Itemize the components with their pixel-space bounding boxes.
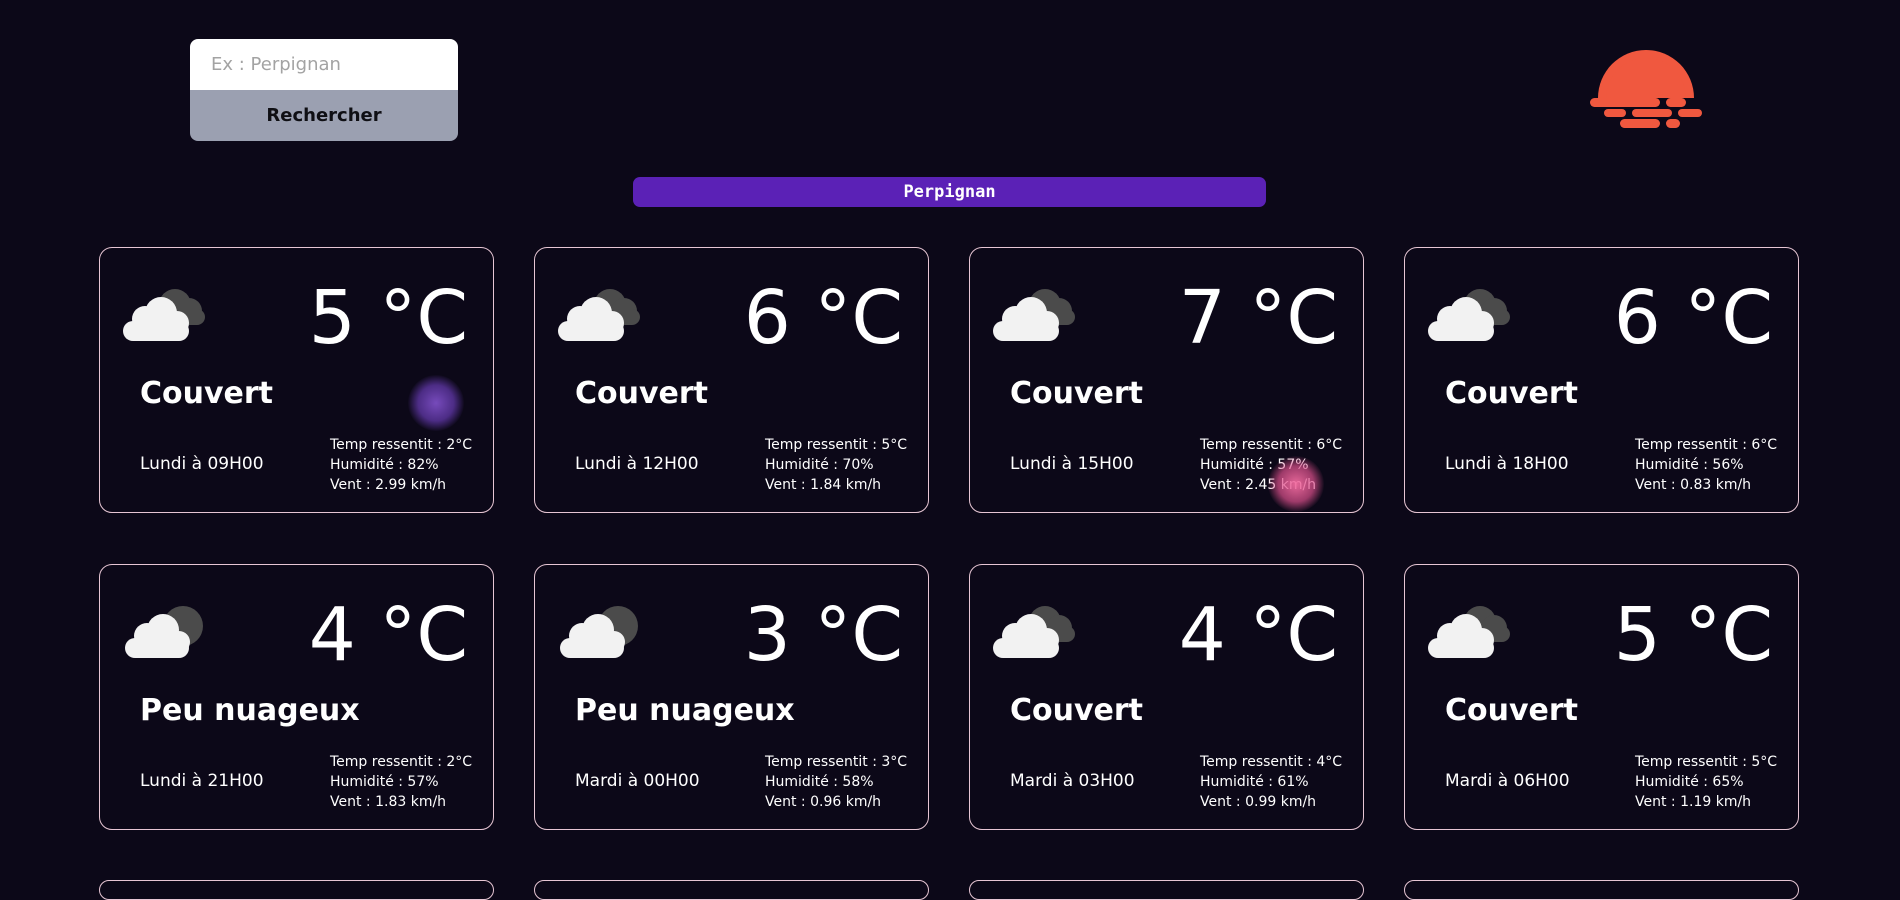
weather-description: Peu nuageux — [140, 693, 360, 728]
wind: Vent : 1.83 km/h — [330, 794, 447, 810]
weather-details: Temp ressentit : 3°C Humidité : 58% Vent… — [765, 752, 907, 812]
wind: Vent : 0.99 km/h — [1200, 794, 1317, 810]
forecast-time: Lundi à 09H00 — [140, 454, 264, 474]
wind: Vent : 1.19 km/h — [1635, 794, 1752, 810]
feels-like: Temp ressentit : 2°C — [330, 754, 473, 770]
forecast-row-partial — [99, 880, 1801, 900]
temperature: 5 °C — [308, 275, 468, 361]
forecast-card: 6 °C Couvert Lundi à 12H00 Temp ressenti… — [534, 247, 929, 513]
wind: Vent : 1.84 km/h — [765, 477, 882, 493]
humidity: Humidité : 61% — [1200, 774, 1309, 790]
wind: Vent : 0.83 km/h — [1635, 477, 1752, 493]
feels-like: Temp ressentit : 3°C — [765, 754, 908, 770]
weather-details: Temp ressentit : 2°C Humidité : 57% Vent… — [330, 752, 472, 812]
temperature: 5 °C — [1613, 592, 1773, 678]
forecast-time: Mardi à 06H00 — [1445, 771, 1570, 791]
humidity: Humidité : 82% — [330, 457, 439, 473]
wind: Vent : 2.45 km/h — [1200, 477, 1317, 493]
feels-like: Temp ressentit : 6°C — [1200, 437, 1343, 453]
temperature: 4 °C — [1178, 592, 1338, 678]
forecast-time: Lundi à 15H00 — [1010, 454, 1134, 474]
sunset-icon — [1590, 50, 1702, 134]
forecast-card: 4 °C Couvert Mardi à 03H00 Temp ressenti… — [969, 564, 1364, 830]
overcast-cloud-icon — [558, 289, 640, 341]
partly-cloudy-night-icon — [125, 606, 203, 658]
weather-details: Temp ressentit : 6°C Humidité : 57% Vent… — [1200, 435, 1342, 495]
forecast-card: 4 °C Peu nuageux Lundi à 21H00 Temp ress… — [99, 564, 494, 830]
weather-description: Couvert — [1445, 376, 1579, 411]
humidity: Humidité : 57% — [330, 774, 439, 790]
weather-description: Couvert — [140, 376, 274, 411]
forecast-card: 5 °C Couvert Mardi à 06H00 Temp ressenti… — [1404, 564, 1799, 830]
weather-details: Temp ressentit : 6°C Humidité : 56% Vent… — [1635, 435, 1777, 495]
weather-details: Temp ressentit : 5°C Humidité : 70% Vent… — [765, 435, 907, 495]
temperature: 3 °C — [743, 592, 903, 678]
temperature: 4 °C — [308, 592, 468, 678]
weather-details: Temp ressentit : 4°C Humidité : 61% Vent… — [1200, 752, 1342, 812]
weather-description: Couvert — [1010, 376, 1144, 411]
temperature: 6 °C — [1613, 275, 1773, 361]
humidity: Humidité : 70% — [765, 457, 874, 473]
weather-description: Couvert — [575, 376, 709, 411]
forecast-card-partial — [969, 880, 1364, 900]
humidity: Humidité : 58% — [765, 774, 874, 790]
forecast-time: Mardi à 00H00 — [575, 771, 700, 791]
temperature: 6 °C — [743, 275, 903, 361]
feels-like: Temp ressentit : 6°C — [1635, 437, 1778, 453]
overcast-cloud-icon — [123, 289, 205, 341]
city-search-input[interactable] — [190, 39, 458, 90]
forecast-card: 5 °C Couvert Lundi à 09H00 Temp ressenti… — [99, 247, 494, 513]
overcast-cloud-icon — [993, 606, 1075, 658]
wind: Vent : 0.96 km/h — [765, 794, 882, 810]
weather-details: Temp ressentit : 5°C Humidité : 65% Vent… — [1635, 752, 1777, 812]
forecast-time: Lundi à 18H00 — [1445, 454, 1569, 474]
weather-description: Peu nuageux — [575, 693, 795, 728]
city-name-banner: Perpignan — [633, 177, 1266, 207]
feels-like: Temp ressentit : 5°C — [765, 437, 908, 453]
wind: Vent : 2.99 km/h — [330, 477, 447, 493]
weather-description: Couvert — [1445, 693, 1579, 728]
forecast-card: 6 °C Couvert Lundi à 18H00 Temp ressenti… — [1404, 247, 1799, 513]
feels-like: Temp ressentit : 2°C — [330, 437, 473, 453]
overcast-cloud-icon — [993, 289, 1075, 341]
forecast-card: 7 °C Couvert Lundi à 15H00 Temp ressenti… — [969, 247, 1364, 513]
search-button[interactable]: Rechercher — [190, 90, 458, 141]
forecast-card-partial — [1404, 880, 1799, 900]
partly-cloudy-night-icon — [560, 606, 638, 658]
forecast-card-partial — [534, 880, 929, 900]
forecast-grid: 5 °C Couvert Lundi à 09H00 Temp ressenti… — [99, 247, 1801, 830]
temperature: 7 °C — [1178, 275, 1338, 361]
forecast-card: 3 °C Peu nuageux Mardi à 00H00 Temp ress… — [534, 564, 929, 830]
humidity: Humidité : 56% — [1635, 457, 1744, 473]
forecast-time: Mardi à 03H00 — [1010, 771, 1135, 791]
overcast-cloud-icon — [1428, 606, 1510, 658]
forecast-time: Lundi à 21H00 — [140, 771, 264, 791]
overcast-cloud-icon — [1428, 289, 1510, 341]
weather-details: Temp ressentit : 2°C Humidité : 82% Vent… — [330, 435, 472, 495]
forecast-time: Lundi à 12H00 — [575, 454, 699, 474]
humidity: Humidité : 65% — [1635, 774, 1744, 790]
weather-description: Couvert — [1010, 693, 1144, 728]
feels-like: Temp ressentit : 4°C — [1200, 754, 1343, 770]
search-box: Rechercher — [190, 39, 458, 141]
humidity: Humidité : 57% — [1200, 457, 1309, 473]
feels-like: Temp ressentit : 5°C — [1635, 754, 1778, 770]
forecast-card-partial — [99, 880, 494, 900]
